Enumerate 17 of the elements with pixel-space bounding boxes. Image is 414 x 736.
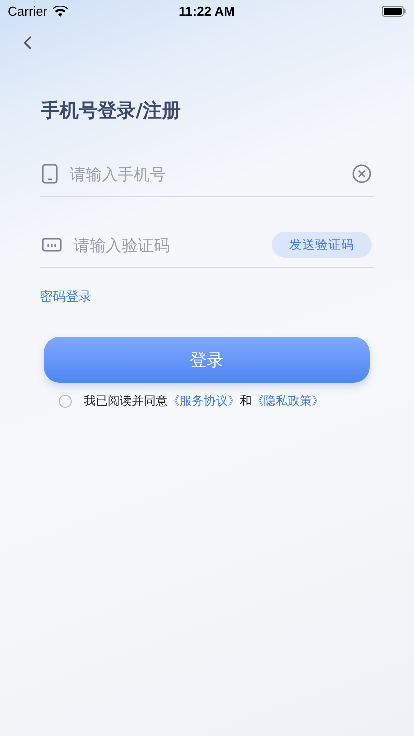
clear-icon[interactable] xyxy=(352,164,372,184)
status-time: 11:22 AM xyxy=(179,4,235,18)
send-code-button[interactable]: 发送验证码 xyxy=(272,232,372,258)
phone-input[interactable]: 请输入手机号 xyxy=(70,164,340,184)
wifi-icon xyxy=(52,6,68,16)
agreement-link[interactable]: 《服务协议》 xyxy=(168,394,240,408)
phone-icon xyxy=(42,164,58,184)
carrier-label: Carrier xyxy=(8,4,48,18)
password-login-link[interactable]: 密码登录 xyxy=(40,288,92,306)
agree-radio[interactable] xyxy=(59,395,72,408)
keyboard-icon xyxy=(42,238,62,252)
login-button[interactable]: 登录 xyxy=(44,337,370,383)
code-input[interactable]: 请输入验证码 xyxy=(74,236,260,254)
agreement-text: 我已阅读并同意《服务协议》和《隐私政策》 xyxy=(84,393,324,410)
battery-icon xyxy=(382,6,406,16)
agreement-link[interactable]: 《隐私政策》 xyxy=(252,394,324,408)
page-title: 手机号登录/注册 xyxy=(41,99,182,124)
